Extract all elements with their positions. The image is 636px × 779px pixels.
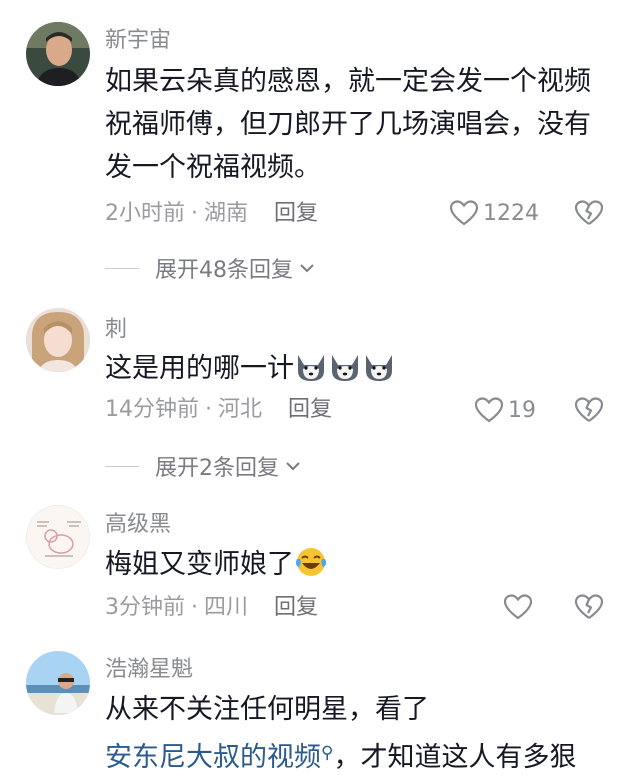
reply-button[interactable]: 回复 xyxy=(274,201,318,226)
comment-location: 四川 xyxy=(204,595,249,620)
meta-separator: · xyxy=(191,595,198,620)
comment-text: 这是用的哪一计 xyxy=(105,353,294,384)
comment-username[interactable]: 浩瀚星魁 xyxy=(105,656,193,684)
reply-button[interactable]: 回复 xyxy=(274,595,318,620)
avatar[interactable] xyxy=(26,651,90,715)
comment-text-row: 这是用的哪一计 xyxy=(105,347,605,390)
comment-meta: 14分钟前 · 河北 回复 xyxy=(105,396,332,424)
search-icon[interactable]: ⚲ xyxy=(321,743,333,763)
comment-text: ，才知道这人有多狠 xyxy=(333,742,577,773)
divider xyxy=(105,465,139,467)
avatar[interactable] xyxy=(26,505,90,569)
shiba-dog-emoji xyxy=(294,353,396,384)
comment-time: 3分钟前 xyxy=(105,595,185,620)
dislike-button[interactable] xyxy=(574,199,604,231)
dislike-button[interactable] xyxy=(574,396,604,428)
broken-heart-icon xyxy=(574,594,604,619)
heart-icon xyxy=(503,594,533,620)
dislike-button[interactable] xyxy=(574,593,604,625)
broken-heart-icon xyxy=(574,397,604,422)
like-count: 19 xyxy=(508,397,536,423)
comment-text-row: 梅姐又变师娘了 xyxy=(105,543,605,586)
like-button[interactable]: 19 xyxy=(474,396,536,424)
comment-text: 从来不关注任何明星，看了 xyxy=(105,694,429,725)
divider xyxy=(105,267,139,269)
comment-location: 湖南 xyxy=(204,201,249,226)
expand-replies[interactable]: 展开2条回复 xyxy=(105,450,301,482)
expand-replies-label: 展开48条回复 xyxy=(155,258,293,283)
comment-username[interactable]: 高级黑 xyxy=(105,511,171,539)
comment-meta: 2小时前 · 湖南 回复 xyxy=(105,200,318,228)
laughing-tears-emoji xyxy=(294,548,328,580)
video-link[interactable]: 安东尼大叔的视频 xyxy=(105,742,321,773)
expand-replies[interactable]: 展开48条回复 xyxy=(105,252,315,284)
heart-icon xyxy=(474,397,504,423)
comment-username[interactable]: 新宇宙 xyxy=(105,27,171,55)
like-button[interactable]: 1224 xyxy=(449,199,539,227)
chevron-down-icon xyxy=(300,264,314,273)
like-button[interactable] xyxy=(503,593,533,621)
comment-text: 梅姐又变师娘了 xyxy=(105,549,294,580)
meta-separator: · xyxy=(205,397,212,422)
like-count: 1224 xyxy=(483,200,539,226)
comment-location: 河北 xyxy=(218,397,263,422)
broken-heart-icon xyxy=(574,200,604,225)
comment-meta: 3分钟前 · 四川 回复 xyxy=(105,594,318,622)
expand-replies-label: 展开2条回复 xyxy=(155,456,279,481)
comment-username[interactable]: 刺 xyxy=(105,316,127,344)
avatar[interactable] xyxy=(26,22,90,86)
chevron-down-icon xyxy=(286,462,300,471)
heart-icon xyxy=(449,200,479,226)
meta-separator: · xyxy=(191,201,198,226)
comment-time: 14分钟前 xyxy=(105,397,199,422)
reply-button[interactable]: 回复 xyxy=(288,397,332,422)
comment-time: 2小时前 xyxy=(105,201,185,226)
avatar[interactable] xyxy=(26,308,90,372)
comment-text: 如果云朵真的感恩，就一定会发一个视频祝福师傅，但刀郎开了几场演唱会，没有发一个祝… xyxy=(105,66,591,183)
